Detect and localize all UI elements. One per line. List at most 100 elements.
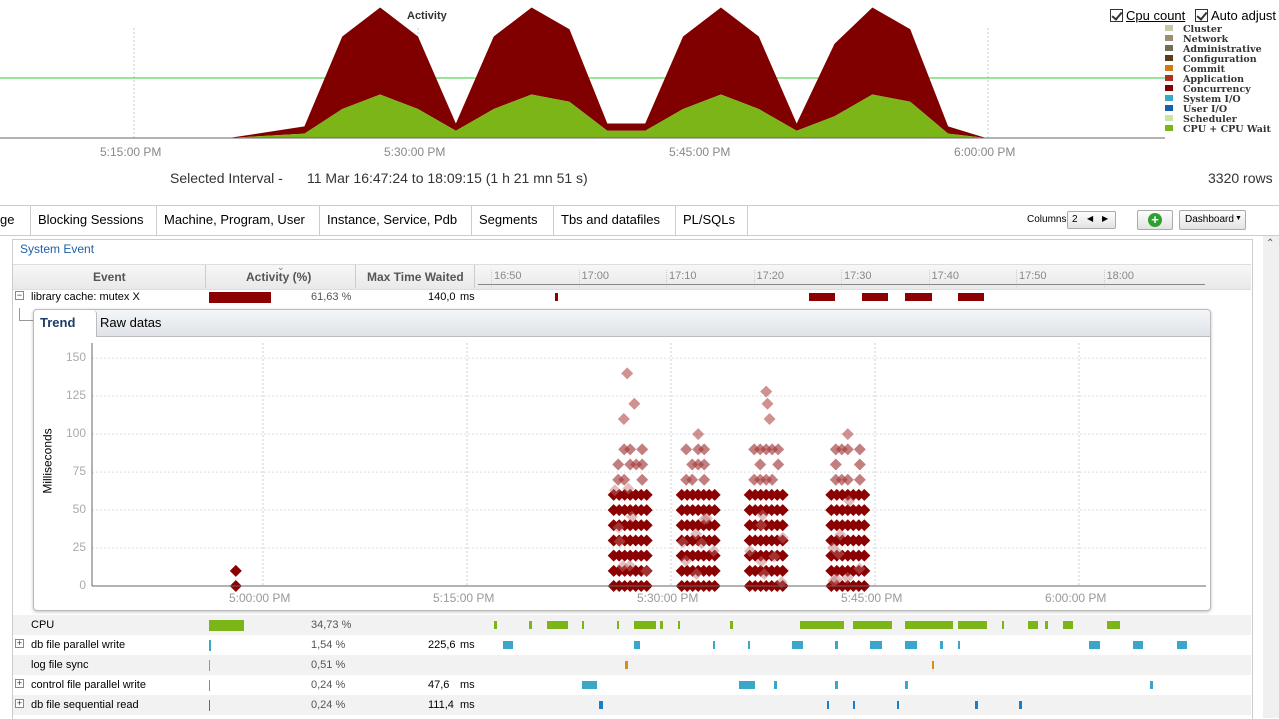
timeline-segment bbox=[957, 293, 984, 301]
timeline-tick: 17:40 bbox=[931, 270, 960, 282]
auto-adjust-checkbox[interactable]: Auto adjust bbox=[1195, 8, 1276, 23]
cpu-count-label: Cpu count bbox=[1126, 8, 1186, 23]
timeline-segment bbox=[905, 641, 917, 649]
timeline-segment bbox=[1176, 641, 1187, 649]
event-name: log file sync bbox=[31, 659, 89, 671]
timeline-segment bbox=[494, 621, 497, 629]
scatter-point bbox=[698, 473, 711, 486]
expand-icon[interactable]: + bbox=[15, 699, 24, 708]
event-name: db file parallel write bbox=[31, 639, 126, 651]
timeline-segment bbox=[660, 621, 663, 629]
trend-x-tick: 5:15:00 PM bbox=[433, 591, 495, 605]
legend-swatch bbox=[1165, 45, 1173, 51]
timeline-segment bbox=[975, 701, 978, 709]
scatter-point bbox=[612, 458, 625, 471]
expand-icon[interactable]: + bbox=[15, 639, 24, 648]
timeline-segment bbox=[800, 621, 844, 629]
scroll-up-icon[interactable]: ⌃ bbox=[1266, 238, 1274, 249]
plus-circle-icon: + bbox=[1148, 213, 1162, 227]
right-arrow-icon[interactable]: ▶ bbox=[1102, 214, 1108, 223]
tab-trend[interactable]: Trend bbox=[34, 310, 97, 337]
activity-bar bbox=[209, 700, 210, 711]
table-row[interactable] bbox=[13, 655, 1213, 675]
max-time-unit: ms bbox=[460, 291, 475, 303]
legend-swatch bbox=[1165, 115, 1173, 121]
trend-y-tick: 125 bbox=[65, 388, 86, 403]
cpu-count-checkbox[interactable]: Cpu count bbox=[1110, 8, 1185, 23]
checkbox-checked-icon bbox=[1195, 9, 1208, 22]
scatter-point bbox=[853, 473, 866, 486]
expand-icon[interactable]: + bbox=[15, 679, 24, 688]
timeline-segment bbox=[1019, 701, 1022, 709]
timeline-segment bbox=[1045, 621, 1048, 629]
scatter-point bbox=[841, 428, 854, 441]
header-activity[interactable]: Activity (%) bbox=[246, 270, 311, 284]
activity-x-tick: 6:00:00 PM bbox=[954, 145, 1016, 159]
max-time-unit: ms bbox=[460, 679, 475, 691]
activity-x-tick: 5:15:00 PM bbox=[100, 145, 162, 159]
timeline-segment bbox=[774, 681, 777, 689]
timeline-segment bbox=[747, 641, 751, 649]
timeline-segment bbox=[1001, 621, 1005, 629]
timeline-segment bbox=[1089, 641, 1100, 649]
scatter-point bbox=[617, 412, 630, 425]
activity-percent: 0,24 % bbox=[311, 699, 346, 711]
dashboard-label: Dashboard bbox=[1185, 214, 1234, 225]
legend-swatch bbox=[1165, 55, 1173, 61]
header-event[interactable]: Event bbox=[93, 270, 126, 284]
max-time-value: 111,4 bbox=[428, 699, 454, 711]
collapse-icon[interactable]: − bbox=[15, 291, 24, 300]
timeline-segment bbox=[581, 681, 598, 689]
scatter-point bbox=[621, 367, 634, 380]
tab-raw-datas[interactable]: Raw datas bbox=[100, 310, 161, 336]
tab-tbs-and-datafiles[interactable]: Tbs and datafiles bbox=[554, 206, 676, 235]
max-time-value: 47,6 bbox=[428, 679, 450, 691]
checkbox-checked-icon bbox=[1110, 9, 1123, 22]
timeline-segment bbox=[957, 621, 984, 629]
activity-percent: 0,51 % bbox=[311, 659, 346, 671]
table-row[interactable] bbox=[13, 287, 1213, 307]
tab-plsqls[interactable]: PL/SQLs bbox=[676, 206, 748, 235]
timeline-segment bbox=[861, 293, 888, 301]
left-arrow-icon[interactable]: ◀ bbox=[1087, 214, 1093, 223]
add-button[interactable]: + bbox=[1137, 210, 1173, 230]
vertical-scrollbar[interactable]: ⌃ bbox=[1263, 236, 1279, 718]
timeline-segment bbox=[1027, 621, 1039, 629]
timeline-segment bbox=[634, 641, 641, 649]
header-max-time[interactable]: Max Time Waited bbox=[367, 270, 464, 284]
max-time-value: 140,0 bbox=[428, 291, 456, 303]
timeline-segment bbox=[1150, 681, 1153, 689]
trend-x-tick: 5:30:00 PM bbox=[637, 591, 699, 605]
timeline-segment bbox=[555, 293, 558, 301]
trend-y-tick: 100 bbox=[65, 426, 86, 441]
legend-swatch bbox=[1165, 105, 1173, 111]
table-row[interactable] bbox=[13, 675, 1213, 695]
activity-percent: 0,24 % bbox=[311, 679, 346, 691]
table-row[interactable] bbox=[13, 695, 1213, 715]
columns-stepper[interactable]: 2 ◀ ▶ bbox=[1067, 211, 1116, 229]
timeline-tick: 17:00 bbox=[581, 270, 610, 282]
tab-blocking-sessions[interactable]: Blocking Sessions bbox=[31, 206, 157, 235]
tab-instance-service-pdb[interactable]: Instance, Service, Pdb bbox=[320, 206, 472, 235]
tab-segments[interactable]: Segments bbox=[472, 206, 554, 235]
scatter-point bbox=[829, 458, 842, 471]
timeline-segment bbox=[852, 701, 856, 709]
timeline-tick: 17:10 bbox=[669, 270, 697, 282]
activity-bar bbox=[209, 680, 210, 691]
scatter-point bbox=[763, 412, 776, 425]
tab-page[interactable]: ge bbox=[0, 206, 31, 235]
timeline-segment bbox=[896, 701, 900, 709]
timeline-segment bbox=[957, 641, 961, 649]
trend-y-tick: 50 bbox=[72, 502, 86, 517]
selected-interval-value: 11 Mar 16:47:24 to 18:09:15 (1 h 21 mn 5… bbox=[307, 170, 588, 186]
timeline-tick: 17:20 bbox=[756, 270, 785, 282]
table-row[interactable] bbox=[13, 635, 1213, 655]
tab-machine-program-user[interactable]: Machine, Program, User bbox=[157, 206, 320, 235]
activity-bar bbox=[209, 660, 210, 671]
dashboard-dropdown[interactable]: Dashboard ▼ bbox=[1179, 210, 1246, 230]
timeline-segment bbox=[931, 661, 935, 669]
timeline-segment bbox=[835, 641, 838, 649]
timeline-tick: 18:00 bbox=[1106, 270, 1135, 282]
scatter-point bbox=[636, 473, 649, 486]
timeline-segment bbox=[634, 621, 656, 629]
